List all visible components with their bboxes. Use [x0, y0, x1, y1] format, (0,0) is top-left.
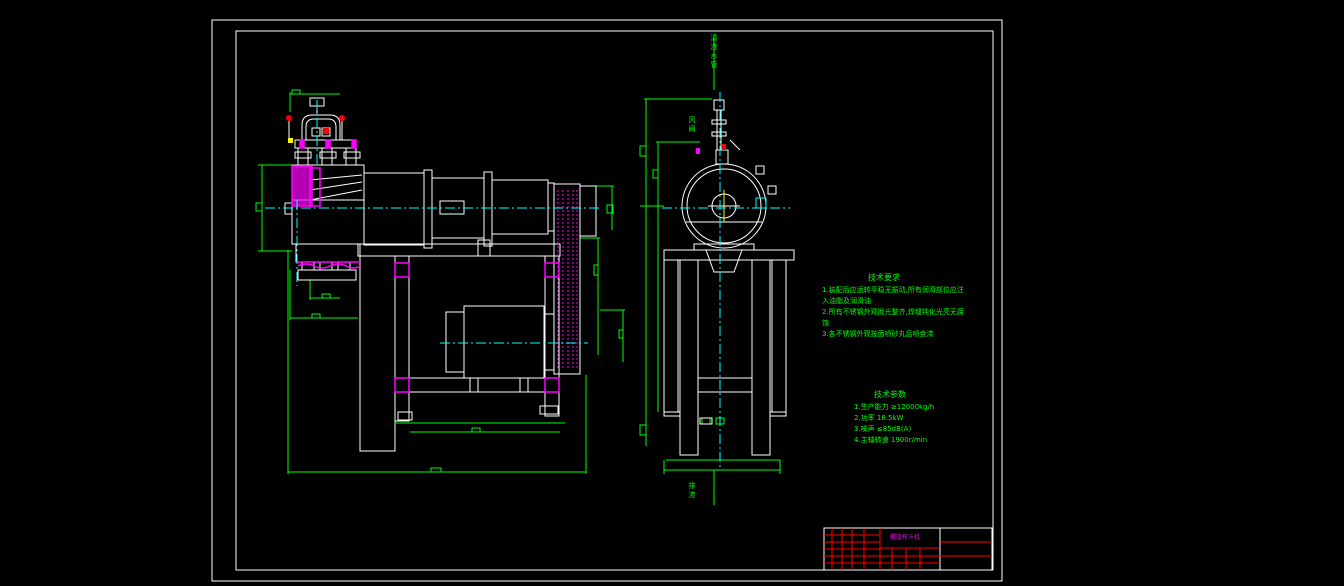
end-view-highlights	[696, 144, 767, 222]
drawing-name: 螺旋榨汁机	[890, 534, 921, 541]
tech-params-title: 技术参数	[874, 390, 906, 399]
tech-requirements-line-1: 1.装配后应运转平稳无振动,所有润滑部位应注	[822, 286, 964, 294]
side-view-outline	[284, 97, 597, 452]
tech-requirements-line-4: 蚀	[822, 319, 829, 327]
tech-requirements-line-5: 3.各不锈钢外观按面喷砂丸后喷金漆	[822, 330, 934, 338]
tech-params-line-1: 1.生产能力 ≥12000kg/h	[854, 403, 935, 411]
tech-requirements-title: 技术要求	[868, 273, 900, 282]
tech-requirements-line-3: 2.所有不锈钢外观抛光整齐,焊缝钝化光亮无腐	[822, 308, 964, 316]
sheet-border	[211, 19, 1003, 582]
tech-params-line-2: 2.功率 18.5kW	[854, 414, 904, 422]
end-view-outline	[663, 99, 795, 456]
air-valve-label: 风阀	[688, 116, 696, 133]
tech-requirements-line-2: 入油脂及润滑油	[822, 297, 871, 305]
tech-params-line-4: 4.主轴转速 1900r/min	[854, 436, 928, 444]
end-view	[639, 38, 795, 505]
end-view-dimensions	[639, 38, 781, 505]
clean-water-pipe-label: 清洗水管	[710, 34, 718, 69]
cad-drawing-canvas	[211, 19, 1003, 582]
tech-params-line-3: 3.噪声 ≤85dB(A)	[854, 425, 912, 433]
slag-discharge-label: 排渣	[688, 482, 696, 499]
side-view	[255, 89, 625, 474]
